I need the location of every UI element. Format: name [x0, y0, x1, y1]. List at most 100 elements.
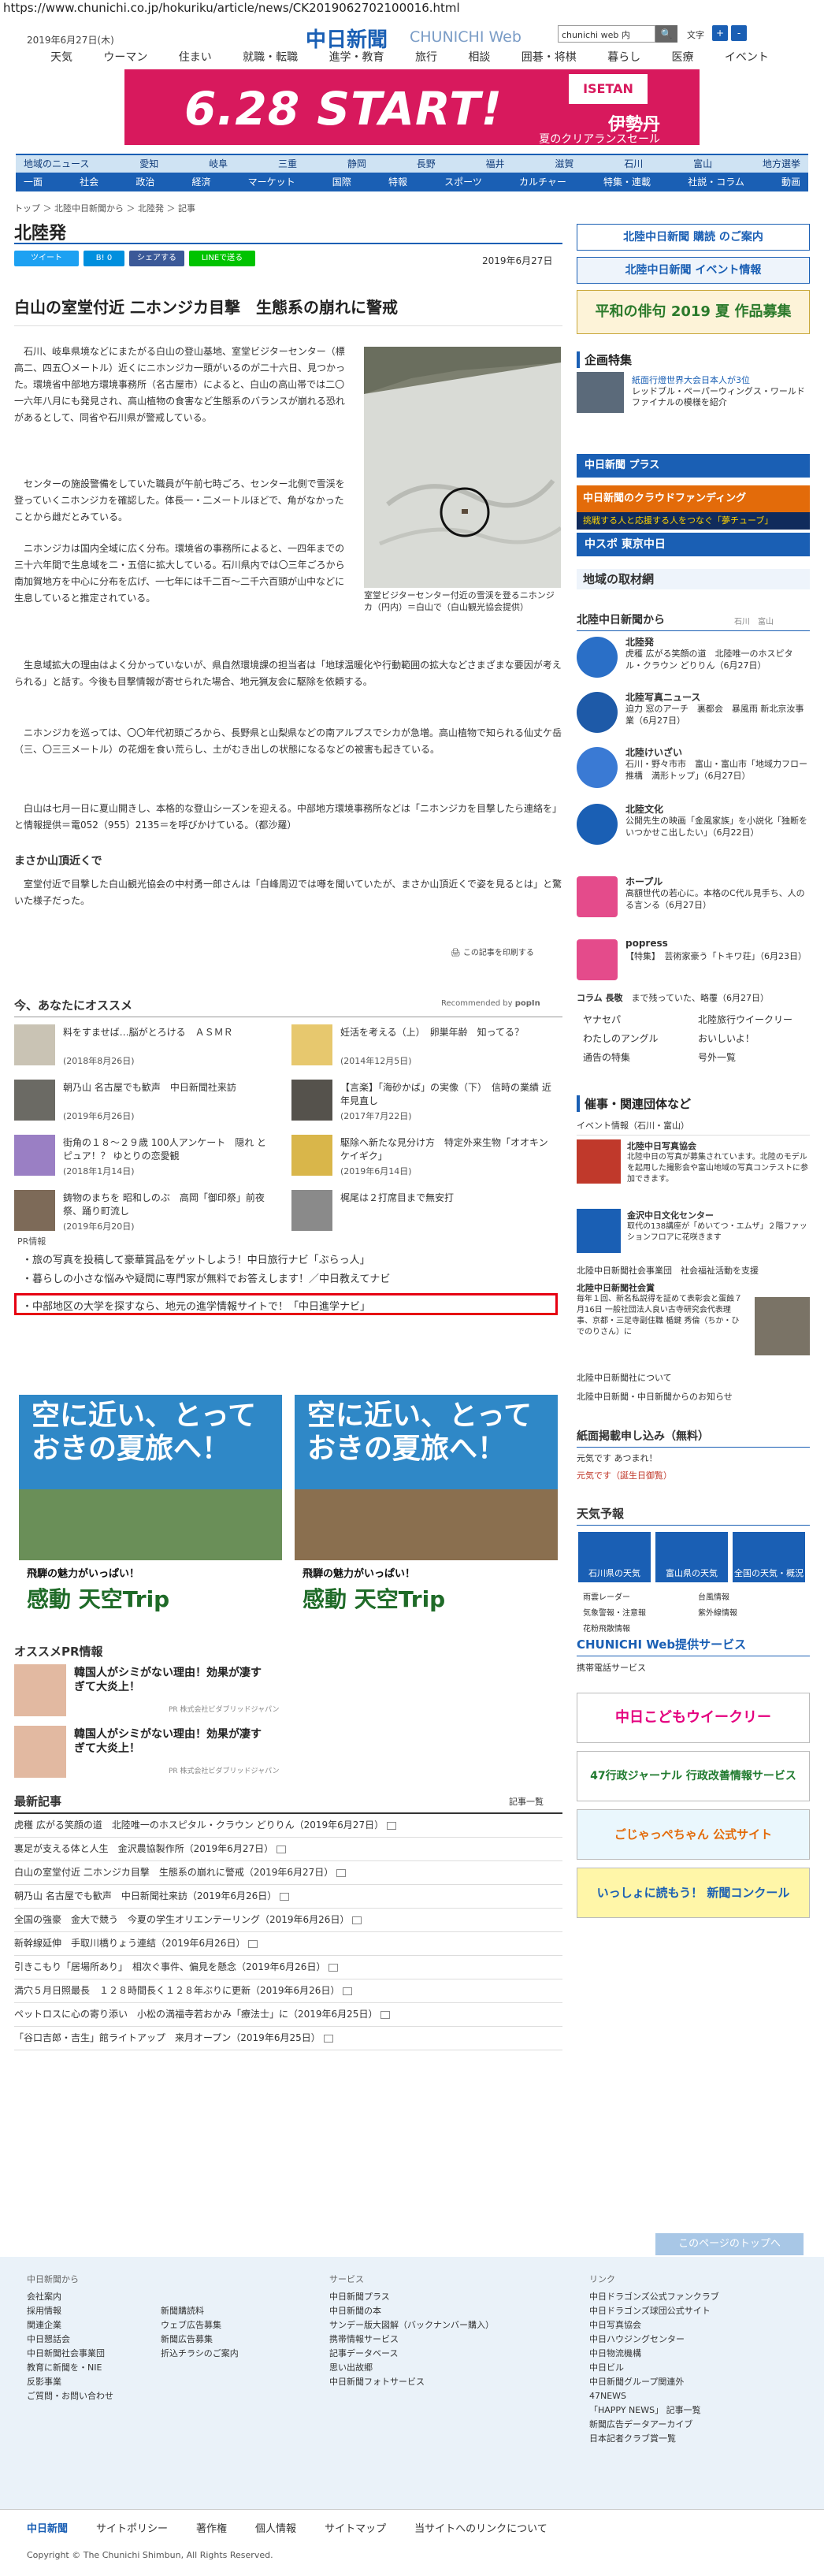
footer-nav-item[interactable]: 個人情報 — [255, 2520, 296, 2535]
chuspo-banner[interactable]: 中スポ 東京中日 — [577, 533, 810, 556]
award-item[interactable]: 北陸中日新聞社会賞 毎年１回、新名私説得を証めて表彰会と蛋蝕７月16日 一般社団… — [577, 1281, 810, 1357]
font-minus-button[interactable]: - — [731, 25, 747, 41]
footer-link[interactable]: 中日新聞の本 — [329, 2304, 503, 2318]
travel-ad[interactable]: 空に近い、とっておきの夏旅へ！ 飛騨の魅力がいっぱい！ 感動 天空Trip — [19, 1395, 282, 1615]
hokuriku-item[interactable]: 北陸けいざい 石川・野々市市 富山・富山市「地域力フロー推構 満形トップ」（6月2… — [577, 745, 810, 794]
footer-link[interactable]: 会社案内 — [27, 2290, 145, 2304]
travel-ad[interactable]: 空に近い、とっておきの夏旅へ！ 飛騨の魅力がいっぱい！ 感動 天空Trip — [295, 1395, 558, 1615]
category-nav-item[interactable]: 国際 — [332, 173, 351, 191]
region-nav-item[interactable]: 石川 — [624, 155, 643, 173]
region-nav-item[interactable]: 岐阜 — [209, 155, 228, 173]
side-link[interactable]: ヤナセパ — [583, 1010, 693, 1029]
gyosei-journal-banner[interactable]: 47行政ジャーナル 行政改善情報サービス — [577, 1751, 810, 1801]
recommend-item[interactable]: 街角の１８～２９歳 100人アンケート 隠れ とピュア！？ ゆとりの恋愛観 (20… — [14, 1135, 282, 1182]
footer-link[interactable]: 中日新聞社会事業団 — [27, 2347, 145, 2361]
footer-link[interactable]: 教育に新聞を・NIE — [27, 2361, 145, 2375]
footer-link[interactable]: 反影事業 — [27, 2375, 145, 2389]
recommend-item[interactable]: 妊活を考える（上） 卵巣年齢 知ってる？ (2014年12月5日) — [291, 1024, 559, 1072]
weather-toyama[interactable]: 富山県の天気 — [655, 1532, 728, 1582]
footer-link[interactable]: 関連企業 — [27, 2318, 145, 2333]
latest-item[interactable]: 引きこもり「居場所あり」 相次ぐ事件、偏見を懸念（2019年6月26日） — [14, 1956, 562, 1979]
category-nav-item[interactable]: 特報 — [388, 173, 407, 191]
region-nav-item[interactable]: 地域のニュース — [24, 155, 89, 173]
footer-link[interactable]: ご質問・お問い合わせ — [27, 2389, 145, 2403]
top-nav-item[interactable]: 就職・転職 — [239, 49, 301, 65]
footer-nav-item[interactable]: サイトポリシー — [96, 2520, 168, 2535]
weather-link[interactable]: 紫外線情報 — [698, 1606, 808, 1622]
category-nav-item[interactable]: 動画 — [781, 173, 800, 191]
footer-link[interactable]: 中日ドラゴンズ公式ファンクラブ — [589, 2290, 802, 2304]
ad-banner[interactable]: 6.28 START! ISETAN 伊勢丹 夏のクリアランスセール — [124, 69, 700, 145]
event-button[interactable]: 北陸中日新聞 イベント情報 — [577, 257, 810, 284]
mobile-service-link[interactable]: 携帯電話サービス — [577, 1661, 810, 1674]
top-nav-item[interactable]: 囲碁・将棋 — [518, 49, 580, 65]
font-plus-button[interactable]: + — [712, 25, 728, 41]
region-nav-item[interactable]: 三重 — [278, 155, 297, 173]
category-nav-item[interactable]: スポーツ — [444, 173, 482, 191]
hokuriku-item[interactable]: 北陸写真ニュース 迫力 窓のアーチ 裏都会 暴風雨 新北京汝事業（6月27日） — [577, 690, 810, 739]
category-nav-item[interactable]: 政治 — [135, 173, 154, 191]
footer-link[interactable]: 中日物流機構 — [589, 2347, 802, 2361]
footer-link[interactable]: 思い出故郷 — [329, 2361, 503, 2375]
weather-link[interactable]: 雨雲レーダー — [583, 1590, 693, 1606]
side-link[interactable]: わたしのアングル — [583, 1029, 693, 1048]
region-nav-item[interactable]: 静岡 — [347, 155, 366, 173]
shimen-link[interactable]: 元気です あつまれ！ — [577, 1452, 810, 1464]
category-nav-item[interactable]: 特集・連載 — [603, 173, 651, 191]
category-nav-item[interactable]: 社会 — [80, 173, 98, 191]
side-link[interactable]: おいしいよ！ — [698, 1029, 808, 1048]
notice-link[interactable]: 北陸中日新聞・中日新聞からのお知らせ — [577, 1390, 810, 1403]
office-link[interactable]: 北陸中日新聞社について — [577, 1371, 810, 1384]
footer-link[interactable]: 折込チラシのご案内 — [161, 2347, 279, 2361]
category-nav-item[interactable]: 経済 — [191, 173, 210, 191]
osusume-pr-item[interactable]: 韓国人がシミがない理由！効果が凄すぎて大炎上！ PR 株式会社ビダブリッドジャパン — [14, 1664, 282, 1723]
kodomo-weekly-banner[interactable]: 中日こどもウイークリー — [577, 1693, 810, 1743]
hokuriku-item[interactable]: 北陸文化 公開先生の映画「金風家族」を小説化「独断をいつかせこ出したい」（6月22… — [577, 802, 810, 851]
top-nav-item[interactable]: 天気 — [47, 49, 76, 65]
footer-link[interactable]: 47NEWS — [589, 2389, 802, 2403]
latest-item[interactable]: 「谷口吉郎・吉生」館ライトアップ 来月オープン（2019年6月25日） — [14, 2027, 562, 2050]
facebook-share-button[interactable]: シェアする — [129, 251, 184, 266]
social-work-link[interactable]: 北陸中日新聞社会事業団 社会福祉活動を支援 — [577, 1264, 810, 1277]
side-link[interactable]: 北陸旅行ウイークリー — [698, 1010, 808, 1029]
recommend-item[interactable]: 梶尾は２打席目まで無安打 — [291, 1190, 559, 1237]
category-nav-item[interactable]: カルチャー — [519, 173, 566, 191]
saiji-item[interactable]: 北陸中日写真協会 北陸中日の写真が募集されています。北陸のモデルを起用した撮影会… — [577, 1139, 810, 1207]
footer-link[interactable]: 中日新聞グループ関連外 — [589, 2375, 802, 2389]
latest-item[interactable]: 白山の室堂付近 二ホンジカ目撃 生態系の崩れに警戒（2019年6月27日） — [14, 1861, 562, 1885]
region-nav-item[interactable]: 長野 — [417, 155, 436, 173]
weather-ishikawa[interactable]: 石川県の天気 — [578, 1532, 651, 1582]
search-input[interactable]: chunichi web 内 — [558, 25, 655, 43]
recommend-item[interactable]: 鋳物のまちを 昭和しのぶ 高岡「御印祭」前夜祭、踊り町流し (2019年6月20日… — [14, 1190, 282, 1237]
footer-link[interactable]: 携帯情報サービス — [329, 2333, 503, 2347]
hokuriku-item[interactable]: popress 【特集】 芸術家豪う「トキワ荘」（6月23日） — [577, 938, 810, 987]
top-nav-item[interactable]: イベント — [722, 49, 772, 65]
latest-item[interactable]: 満穴５月日照最長 １２８時間長く１２８年ぶりに更新（2019年6月26日） — [14, 1979, 562, 2003]
kikaku-item[interactable]: 紙面行燈世界大会日本人が3位 レッドブル・ペーパーウィングス・ワールドファイナル… — [577, 372, 810, 418]
footer-nav-item[interactable]: サイトマップ — [325, 2520, 386, 2535]
site-logo-web[interactable]: CHUNICHI Web — [410, 28, 521, 46]
region-nav-item[interactable]: 地方選挙 — [763, 155, 800, 173]
hokuriku-item[interactable]: 北陸発 虎穫 広がる笑顔の道 北陸唯一のホスピタル・クラウン どりりん（6月27日… — [577, 635, 810, 684]
to-top-button[interactable]: このページのトップへ — [655, 2233, 804, 2255]
crowdfunding-banner[interactable]: 中日新聞のクラウドファンディング — [577, 485, 810, 512]
footer-nav-item[interactable]: 著作権 — [196, 2520, 227, 2535]
side-link[interactable]: 号外一覧 — [698, 1048, 808, 1067]
footer-link[interactable]: 中日写真協会 — [589, 2318, 802, 2333]
footer-link[interactable]: 中日ドラゴンズ球団公式サイト — [589, 2304, 802, 2318]
weather-link[interactable]: 台風情報 — [698, 1590, 808, 1606]
footer-link[interactable]: 日本記者クラブ賞一覧 — [589, 2432, 802, 2446]
footer-logo[interactable]: 中日新聞 — [27, 2520, 68, 2535]
breadcrumb[interactable]: トップ ＞ 北陸中日新聞から ＞ 北陸発 ＞ 記事 — [14, 202, 195, 214]
saiji-item[interactable]: 金沢中日文化センター 取代の138講座が「めいてつ・エムザ」２階ファッションフロ… — [577, 1209, 810, 1256]
latest-item[interactable]: 虎穫 広がる笑顔の道 北陸唯一のホスピタル・クラウン どりりん（2019年6月2… — [14, 1814, 562, 1838]
region-nav-item[interactable]: 愛知 — [139, 155, 158, 173]
recommend-item[interactable]: 駆除へ新たな見分け方 特定外来生物「オオキンケイギク」 (2019年6月14日) — [291, 1135, 559, 1182]
newspaper-contest-banner[interactable]: いっしょに読もう！ 新聞コンクール — [577, 1868, 810, 1918]
latest-item[interactable]: 朝乃山 名古屋でも歓声 中日新聞社来訪（2019年6月26日） — [14, 1885, 562, 1909]
latest-item[interactable]: ペットロスに心の寄り添い 小松の満福寺若おかみ「療法士」に（2019年6月25日… — [14, 2003, 562, 2027]
footer-link[interactable]: 中日新聞プラス — [329, 2290, 503, 2304]
pr-link[interactable]: ・暮らしの小さな悩みや疑問に専門家が無料でお答えします！／中日教えてナビ — [22, 1270, 390, 1285]
print-link[interactable]: 🖨 この記事を印刷する — [451, 946, 534, 957]
latest-item[interactable]: 全国の強豪 金大で競う 今夏の学生オリエンテーリング（2019年6月26日） — [14, 1909, 562, 1932]
